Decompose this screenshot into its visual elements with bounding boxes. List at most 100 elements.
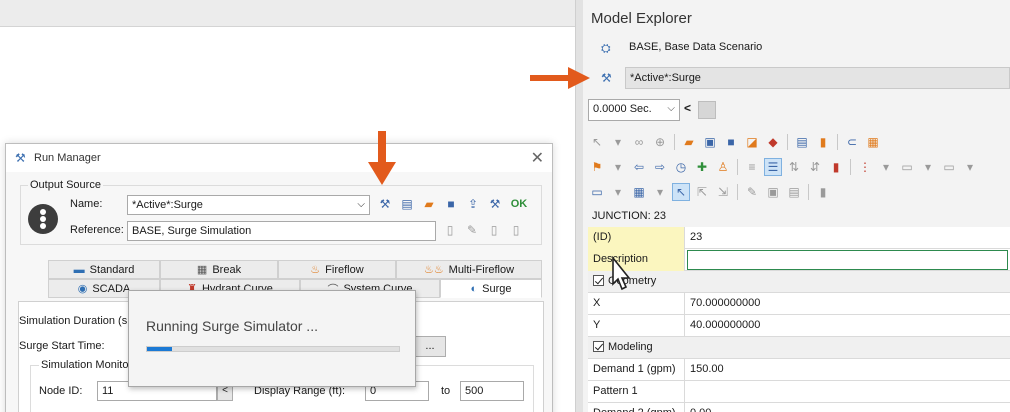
dropdown-arrow-icon[interactable]: ▾ xyxy=(609,158,627,176)
property-name: Description xyxy=(588,249,685,271)
list-view-icon[interactable]: ☰ xyxy=(764,158,782,176)
time-step-select[interactable]: 0.0000 Sec. ⌵ xyxy=(588,99,680,121)
history-icon[interactable]: ◷ xyxy=(672,158,690,176)
window-icon[interactable]: ▭ xyxy=(940,158,958,176)
view-icon[interactable]: ▭ xyxy=(588,183,606,201)
marker-icon[interactable]: ▮ xyxy=(827,158,845,176)
description-input[interactable] xyxy=(687,250,1008,270)
back-arrow-icon[interactable]: ⇦ xyxy=(630,158,648,176)
property-value xyxy=(686,381,1010,403)
property-row-demand-1[interactable]: Demand 1 (gpm) 150.00 xyxy=(588,359,1010,381)
scenario-row-active[interactable]: ⚒ *Active*:Surge xyxy=(591,66,1010,90)
save-icon[interactable]: ■ xyxy=(722,133,740,151)
link-icon[interactable]: ∞ xyxy=(630,133,648,151)
split-icon[interactable]: ⋮ xyxy=(856,158,874,176)
dropdown-arrow-icon[interactable]: ▾ xyxy=(919,158,937,176)
export-icon[interactable]: ⇪ xyxy=(464,195,482,213)
tab-label: Surge xyxy=(482,282,512,295)
copy-document-icon[interactable]: ▯ xyxy=(485,221,503,239)
pane-splitter[interactable] xyxy=(575,0,583,412)
align-icon[interactable]: ≡ xyxy=(743,158,761,176)
property-row-pattern-1[interactable]: Pattern 1 xyxy=(588,381,1010,403)
report-icon[interactable]: ▤ xyxy=(398,195,416,213)
progress-bar xyxy=(146,346,400,352)
compute-icon[interactable]: ⚒ xyxy=(486,195,504,213)
forward-arrow-icon[interactable]: ⇨ xyxy=(651,158,669,176)
property-name: Demand 1 (gpm) xyxy=(588,359,685,381)
flame-icon: ♨ xyxy=(310,264,321,276)
range-max-input[interactable]: 500 xyxy=(460,381,524,401)
run-scenario-icon[interactable]: ⚒ xyxy=(376,195,394,213)
property-row-demand-2[interactable]: Demand 2 (gpm) 0.00 xyxy=(588,403,1010,412)
edit-icon[interactable]: ✎ xyxy=(743,183,761,201)
save-icon[interactable]: ■ xyxy=(442,195,460,213)
scenario-select-value: *Active*:Surge xyxy=(132,199,203,211)
reference-field[interactable]: BASE, Surge Simulation xyxy=(127,221,436,241)
browse-button[interactable]: ... xyxy=(414,336,446,357)
property-name: Demand 2 (gpm) xyxy=(588,403,685,412)
table-icon[interactable]: ▦ xyxy=(864,133,882,151)
property-row-x[interactable]: X 70.000000000 xyxy=(588,293,1010,315)
tab-multi-fireflow[interactable]: ♨♨ Multi-Fireflow xyxy=(396,260,542,279)
property-row-description[interactable]: Description xyxy=(588,249,1010,271)
ok-button[interactable]: OK xyxy=(508,195,530,213)
progress-dialog: Running Surge Simulator ... xyxy=(128,290,416,387)
tank-icon[interactable]: ▮ xyxy=(814,183,832,201)
chain-icon[interactable]: ⊂ xyxy=(843,133,861,151)
open-folder-icon[interactable]: ▰ xyxy=(420,195,438,213)
grid-icon[interactable]: ▦ xyxy=(630,183,648,201)
time-prev-button[interactable]: < xyxy=(684,101,691,115)
copy-icon[interactable]: ▣ xyxy=(764,183,782,201)
paste-icon[interactable]: ▤ xyxy=(785,183,803,201)
edit-document-icon[interactable]: ✎ xyxy=(463,221,481,239)
new-document-icon[interactable]: ▯ xyxy=(441,221,459,239)
add-id-icon[interactable]: ✚ xyxy=(693,158,711,176)
tab-fireflow[interactable]: ♨ Fireflow xyxy=(278,260,396,279)
eraser-icon[interactable]: ◆ xyxy=(764,133,782,151)
category-row-geometry[interactable]: Geometry xyxy=(588,271,1010,293)
dropdown-arrow-icon[interactable]: ▾ xyxy=(877,158,895,176)
rotate-icon[interactable]: ⇲ xyxy=(714,183,732,201)
category-row-modeling[interactable]: Modeling xyxy=(588,337,1010,359)
pointer-select-icon[interactable]: ↖ xyxy=(672,183,690,201)
sort-icon[interactable]: ⇅ xyxy=(785,158,803,176)
chevron-down-icon: ⌵ xyxy=(667,103,675,114)
dropdown-arrow-icon[interactable]: ▾ xyxy=(609,183,627,201)
time-slider-thumb[interactable] xyxy=(698,101,716,119)
property-row-y[interactable]: Y 40.000000000 xyxy=(588,315,1010,337)
zoom-icon[interactable]: ⊕ xyxy=(651,133,669,151)
scenario-select[interactable]: *Active*:Surge ⌵ xyxy=(127,195,370,215)
open-icon[interactable]: ◪ xyxy=(743,133,761,151)
checkbox-icon[interactable] xyxy=(593,341,604,352)
node-id-label: Node ID: xyxy=(39,385,83,397)
dropdown-arrow-icon[interactable]: ▾ xyxy=(651,183,669,201)
tab-standard[interactable]: ▬ Standard xyxy=(48,260,160,279)
report-icon[interactable]: ▤ xyxy=(793,133,811,151)
progress-message: Running Surge Simulator ... xyxy=(146,318,318,334)
tab-surge[interactable]: ◐ Surge xyxy=(440,279,542,298)
active-scenario-field[interactable]: *Active*:Surge xyxy=(625,67,1010,89)
multi-flame-icon: ♨♨ xyxy=(423,264,444,276)
break-icon: ▦ xyxy=(196,264,208,276)
surge-start-label: Surge Start Time: xyxy=(19,340,105,352)
property-value: 23 xyxy=(690,231,703,243)
brush-icon[interactable]: ⚑ xyxy=(588,158,606,176)
tab-break[interactable]: ▦ Break xyxy=(160,260,278,279)
property-row-id[interactable]: (ID) 23 xyxy=(588,227,1010,249)
filter-icon[interactable]: ⇵ xyxy=(806,158,824,176)
select-pointer-icon[interactable]: ↖ xyxy=(588,133,606,151)
scenario-row-base[interactable]: ⛭ BASE, Base Data Scenario xyxy=(591,36,1010,60)
paste-document-icon[interactable]: ▯ xyxy=(507,221,525,239)
layout-icon[interactable]: ▭ xyxy=(898,158,916,176)
move-icon[interactable]: ⇱ xyxy=(693,183,711,201)
close-icon[interactable]: ✕ xyxy=(531,148,544,168)
dropdown-arrow-icon[interactable]: ▾ xyxy=(961,158,979,176)
open-folder-icon[interactable]: ▰ xyxy=(680,133,698,151)
dropdown-arrow-icon[interactable]: ▾ xyxy=(609,133,627,151)
dialog-titlebar[interactable]: ⚒ Run Manager ✕ xyxy=(6,144,552,172)
scenario-label: *Active*:Surge xyxy=(630,72,701,84)
save-as-icon[interactable]: ▣ xyxy=(701,133,719,151)
bar-chart-icon[interactable]: ▮ xyxy=(814,133,832,151)
person-icon[interactable]: ♙ xyxy=(714,158,732,176)
checkbox-icon[interactable] xyxy=(593,275,604,286)
